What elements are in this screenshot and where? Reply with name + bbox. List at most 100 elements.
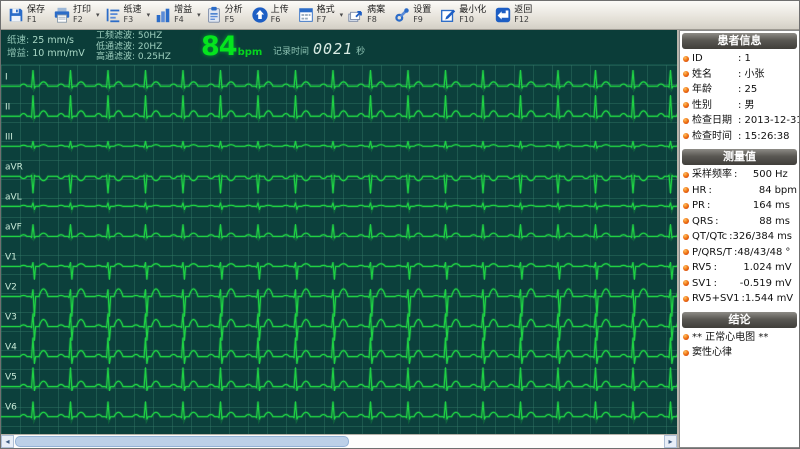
- toolbar-button-fkey: F5: [224, 15, 235, 24]
- format-calendar-icon: [297, 6, 315, 24]
- ecg-trace-V3: [1, 313, 677, 341]
- conclusion-body: ** 正常心电图 ** 窦性心律: [680, 328, 799, 364]
- measurement-unit: mV: [775, 262, 792, 273]
- main-area: 纸速: 25 mm/s 增益: 10 mm/mV 工频滤波: 50HZ 低通滤波:…: [1, 30, 799, 448]
- toolbar-button-label: 病案: [367, 5, 386, 15]
- paper-speed-value: 25 mm/s: [32, 35, 75, 46]
- patient-field-value: : 小张: [738, 68, 765, 80]
- measurement-value: 326/384: [732, 231, 775, 242]
- lead-label-V3: V3: [5, 313, 17, 323]
- toolbar-button-fkey: F7: [316, 15, 327, 24]
- toolbar-button-label: 格式: [316, 5, 335, 15]
- speed-gain-readout: 纸速: 25 mm/s 增益: 10 mm/mV: [7, 34, 85, 60]
- toolbar-button-label: 最小化: [459, 5, 487, 15]
- toolbar-button-f3[interactable]: 纸速 F3: [101, 3, 147, 27]
- toolbar-button-f9[interactable]: 设置 F9: [390, 3, 436, 27]
- ecg-trace-aVL: [1, 202, 677, 210]
- bullet-icon: [683, 249, 689, 256]
- filter-row: 工频滤波: 50HZ: [96, 31, 163, 41]
- bullet-icon: [683, 55, 689, 62]
- dropdown-arrow-icon[interactable]: ▾: [340, 11, 344, 19]
- patient-info-row: ID: 1: [683, 51, 797, 67]
- ecg-trace-aVF: [1, 224, 677, 239]
- measurement-unit: mV: [776, 293, 794, 304]
- patient-field-label: 性别: [692, 99, 712, 111]
- ecg-area: 纸速: 25 mm/s 增益: 10 mm/mV 工频滤波: 50HZ 低通滤波:…: [1, 30, 679, 448]
- measurement-value: 88: [759, 215, 772, 227]
- measurement-label: RV5: [692, 262, 712, 273]
- lead-label-V1: V1: [5, 253, 17, 263]
- measurement-label: QRS: [692, 215, 714, 227]
- toolbar-button-f8[interactable]: 病案 F8: [344, 3, 390, 27]
- record-time: 记录时间 0021 秒: [273, 39, 365, 58]
- save-floppy-icon: [7, 6, 25, 24]
- toolbar-button-fkey: F8: [367, 15, 377, 24]
- ecg-trace-glow-V2: [1, 287, 677, 317]
- ecg-trace-V4: [1, 337, 677, 365]
- toolbar-button-f10[interactable]: 最小化 F10: [436, 3, 491, 27]
- measurement-row: QT/QTc:326/384 ms: [683, 229, 797, 245]
- toolbar-button-label: 返回: [514, 5, 533, 15]
- scrollbar-track[interactable]: [14, 435, 664, 448]
- toolbar-button-fkey: F10: [459, 15, 474, 24]
- scrollbar-right-arrow-icon[interactable]: ▸: [664, 435, 677, 448]
- conclusion-text: ** 正常心电图 **: [692, 331, 769, 343]
- toolbar-button-f1[interactable]: 保存 F1: [4, 3, 50, 27]
- measurement-row: QRS:88 ms: [683, 214, 797, 230]
- ecg-status-bar: 纸速: 25 mm/s 增益: 10 mm/mV 工频滤波: 50HZ 低通滤波:…: [1, 30, 677, 65]
- toolbar-button-fkey: F12: [514, 15, 529, 24]
- toolbar-button-f5[interactable]: 分析 F5: [202, 3, 248, 27]
- toolbar-button-label: 设置: [413, 5, 432, 15]
- scrollbar-thumb[interactable]: [15, 436, 349, 447]
- heart-rate-value: 84: [201, 31, 238, 62]
- toolbar-button-label: 保存: [27, 5, 46, 15]
- toolbar-button-fkey: F6: [270, 15, 281, 24]
- bullet-icon: [683, 171, 689, 178]
- toolbar-button-f2[interactable]: 打印 F2: [50, 3, 96, 27]
- dropdown-arrow-icon[interactable]: ▾: [197, 11, 201, 19]
- toolbar-button-f6[interactable]: 上传 F6: [248, 3, 294, 27]
- measurement-row: PR:164 ms: [683, 198, 797, 214]
- dropdown-arrow-icon[interactable]: ▾: [147, 11, 151, 19]
- paper-speed-icon: [104, 6, 122, 24]
- lead-label-aVF: aVF: [5, 223, 22, 233]
- gain-bars-icon: [154, 6, 172, 24]
- toolbar-button-label: 分析: [224, 5, 243, 15]
- toolbar-button-fkey: F1: [27, 15, 37, 24]
- measurement-value: 164: [752, 200, 772, 211]
- patient-field-value: : 15:26:38: [738, 130, 790, 142]
- conclusion-header: 结论: [682, 311, 797, 328]
- side-panel: 患者信息 ID: 1 姓名: 小张 年龄: 25 性别: 男检查日期: 2013-12…: [679, 30, 799, 448]
- measurement-row: RV5:1.024 mV: [683, 260, 797, 276]
- measurement-unit: ms: [775, 215, 790, 227]
- ecg-trace-V5: [1, 367, 677, 392]
- toolbar-button-f7[interactable]: 格式 F7: [294, 3, 340, 27]
- gain-label: 增益:: [7, 48, 30, 59]
- printer-icon: [53, 6, 71, 24]
- scrollbar-left-arrow-icon[interactable]: ◂: [1, 435, 14, 448]
- patient-info-row: 性别: 男: [683, 98, 797, 114]
- measurement-unit: bpm: [774, 184, 797, 196]
- toolbar-button-fkey: F3: [123, 15, 134, 24]
- dropdown-arrow-icon[interactable]: ▾: [96, 11, 100, 19]
- ecg-trace-glow-III: [1, 141, 677, 153]
- heart-rate-display: 84bpm: [201, 31, 262, 62]
- measurement-unit: mV: [775, 277, 792, 289]
- measurement-label: RV5+SV1: [692, 293, 740, 304]
- bullet-icon: [683, 102, 689, 109]
- ecg-trace-glow-V4: [1, 337, 677, 364]
- minimize-edit-icon: [439, 6, 457, 24]
- conclusion-text: 窦性心律: [692, 347, 732, 358]
- measurement-row: SV1: -0.519 mV: [683, 276, 797, 292]
- measurement-value: 1.024: [743, 262, 772, 273]
- ecg-waveform-chart[interactable]: I II III aVR aVL aVF V1 V2 V3 V4 V5 V6: [1, 65, 677, 434]
- measurement-label: QT/QTc: [692, 231, 728, 242]
- patient-info-row: 检查时间: 15:26:38: [683, 129, 797, 145]
- toolbar-button-f4[interactable]: 增益 F4: [151, 3, 197, 27]
- patient-field-value: : 25: [738, 84, 758, 95]
- patient-field-label: 年龄: [692, 84, 712, 95]
- measurement-value: -0.519: [739, 277, 772, 289]
- lead-label-aVL: aVL: [5, 193, 22, 203]
- toolbar-button-f12[interactable]: 返回 F12: [491, 3, 537, 27]
- case-export-icon: [347, 6, 365, 24]
